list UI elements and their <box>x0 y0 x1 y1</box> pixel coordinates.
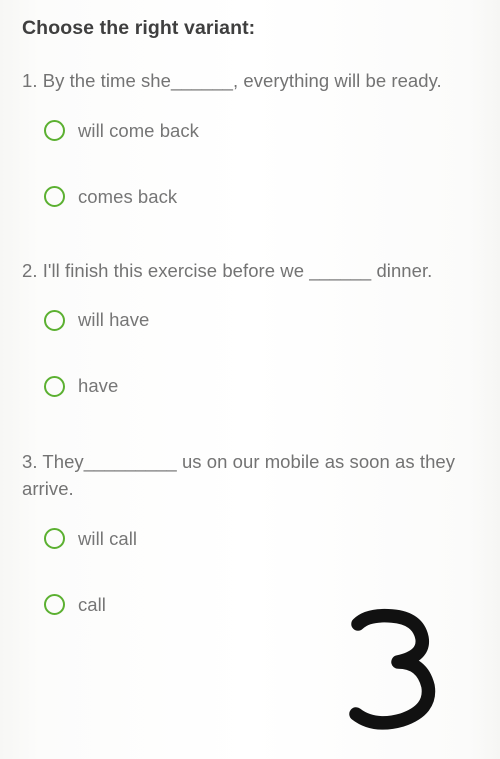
option-label: will have <box>78 309 150 331</box>
radio-button-icon[interactable] <box>44 375 65 397</box>
question-block-1: 1. By the time she______, everything wil… <box>22 67 478 216</box>
option-row[interactable]: have <box>44 366 478 406</box>
option-row[interactable]: comes back <box>44 177 478 217</box>
quiz-page: Choose the right variant: 1. By the time… <box>0 0 500 759</box>
radio-button-icon[interactable] <box>44 528 65 550</box>
option-label: will come back <box>78 119 199 141</box>
radio-button-icon[interactable] <box>44 186 65 208</box>
question-text-2: 2. I'll finish this exercise before we _… <box>22 259 433 281</box>
option-label: comes back <box>78 185 178 207</box>
radio-button-icon[interactable] <box>44 594 65 616</box>
option-row[interactable]: call <box>44 585 478 625</box>
option-row[interactable]: will come back <box>44 111 478 151</box>
page-title: Choose the right variant: <box>22 17 256 39</box>
options-list-3: will call call <box>22 519 478 625</box>
options-list-1: will come back comes back <box>22 111 478 217</box>
options-list-2: will have have <box>22 300 478 406</box>
option-label: will call <box>78 527 138 549</box>
question-text-3: 3. They_________ us on our mobile as soo… <box>22 451 456 500</box>
option-label: call <box>78 593 106 615</box>
radio-button-icon[interactable] <box>44 120 65 142</box>
option-label: have <box>78 375 119 397</box>
question-text-1: 1. By the time she______, everything wil… <box>22 70 442 92</box>
question-block-3: 3. They_________ us on our mobile as soo… <box>22 448 478 625</box>
question-block-2: 2. I'll finish this exercise before we _… <box>22 257 478 406</box>
option-row[interactable]: will call <box>44 519 478 559</box>
option-row[interactable]: will have <box>44 300 478 340</box>
radio-button-icon[interactable] <box>44 309 65 331</box>
